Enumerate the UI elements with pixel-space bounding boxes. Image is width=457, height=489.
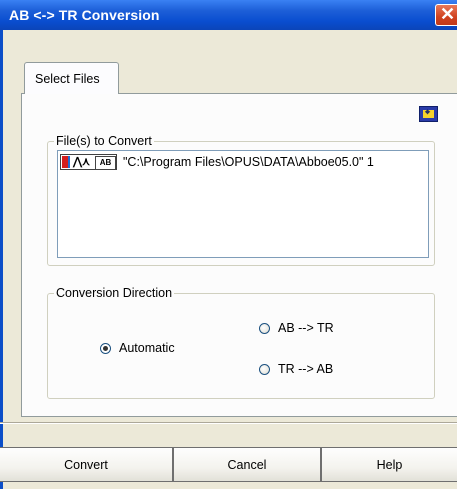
file-path: "C:\Program Files\OPUS\DATA\Abboe05.0" 1 xyxy=(123,155,374,169)
window-frame-left xyxy=(0,30,3,489)
radio-ab-to-tr[interactable] xyxy=(259,323,270,334)
radio-tr-to-ab-label[interactable]: TR --> AB xyxy=(278,362,333,376)
direction-group-legend: Conversion Direction xyxy=(54,286,175,300)
file-list-item[interactable]: ⋀⋏ AB "C:\Program Files\OPUS\DATA\Abboe0… xyxy=(60,154,426,170)
tab-select-files[interactable]: Select Files xyxy=(24,62,119,94)
title-bar[interactable]: AB <-> TR Conversion xyxy=(0,0,457,30)
radio-tr-to-ab[interactable] xyxy=(259,364,270,375)
ab-badge: AB xyxy=(95,156,116,170)
separator-highlight xyxy=(0,423,457,424)
convert-button[interactable]: Convert xyxy=(0,447,173,482)
opus-app-icon: ⌖ xyxy=(419,106,438,122)
files-listbox[interactable]: ⋀⋏ AB "C:\Program Files\OPUS\DATA\Abboe0… xyxy=(57,150,429,258)
files-group-legend: File(s) to Convert xyxy=(54,134,154,148)
radio-automatic[interactable] xyxy=(100,343,111,354)
window-title: AB <-> TR Conversion xyxy=(9,7,160,23)
help-button[interactable]: Help xyxy=(321,447,457,482)
radio-automatic-label[interactable]: Automatic xyxy=(119,341,175,355)
close-button[interactable]: ✕ xyxy=(435,4,457,26)
radio-ab-to-tr-label[interactable]: AB --> TR xyxy=(278,321,334,335)
tab-label: Select Files xyxy=(35,72,100,86)
close-icon: ✕ xyxy=(440,4,456,24)
spectrum-file-icon: ⋀⋏ AB xyxy=(60,154,117,170)
cancel-button[interactable]: Cancel xyxy=(173,447,321,482)
